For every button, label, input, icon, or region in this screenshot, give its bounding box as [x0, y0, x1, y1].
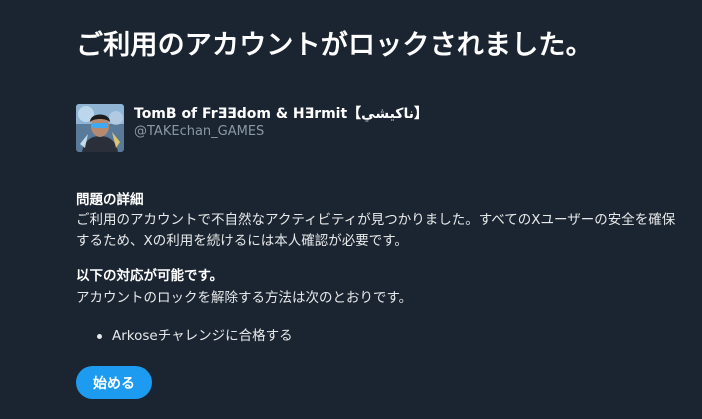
start-button[interactable]: 始める — [76, 366, 152, 399]
options-body: アカウントのロックを解除する方法は次のとおりです。 — [76, 290, 413, 306]
list-item-label: Arkoseチャレンジに合格する — [112, 328, 293, 344]
page-title: ご利用のアカウントがロックされました。 — [76, 30, 593, 61]
account-display-name: TomB of FrƎƎdom & HƎrmit【ناكيشي】 — [134, 106, 428, 122]
options-list: Arkoseチャレンジに合格する — [76, 326, 293, 346]
options-heading: 以下の対応が可能です。 — [76, 268, 224, 284]
details-heading: 問題の詳細 — [76, 192, 144, 208]
account-handle: @TAKEchan_GAMES — [134, 124, 265, 139]
account-card: TomB of FrƎƎdom & HƎrmit【ناكيشي】 @TAKEch… — [76, 104, 428, 152]
account-locked-page: ご利用のアカウントがロックされました。 TomB of FrƎƎdom & HƎ… — [0, 0, 702, 419]
bullet-icon — [97, 334, 102, 339]
list-item: Arkoseチャレンジに合格する — [76, 326, 293, 346]
account-info: TomB of FrƎƎdom & HƎrmit【ناكيشي】 @TAKEch… — [134, 105, 428, 141]
user-avatar-icon — [76, 104, 124, 152]
details-body: ご利用のアカウントで不自然なアクティビティが見つかりました。すべてのXユーザーの… — [76, 212, 676, 249]
